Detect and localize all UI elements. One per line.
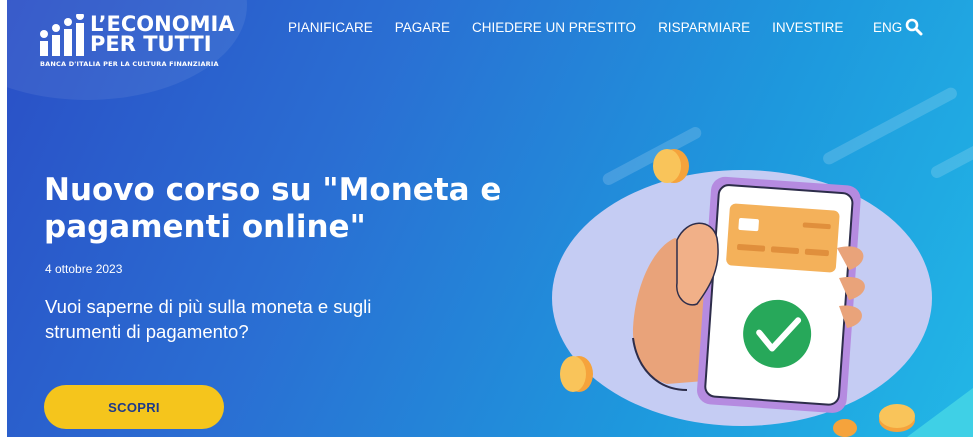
nav-item-investire[interactable]: INVESTIRE [772,20,843,35]
site-logo[interactable]: L’ECONOMIA PER TUTTI BANCA D'ITALIA PER … [40,10,270,76]
logo-line-2: PER TUTTI [90,32,212,56]
logo-wordmark: L’ECONOMIA PER TUTTI [90,12,235,56]
hero-banner: L’ECONOMIA PER TUTTI BANCA D'ITALIA PER … [7,0,973,437]
language-switch[interactable]: ENG [873,20,902,35]
search-icon[interactable] [905,18,923,36]
coin-icon [560,356,593,392]
main-menu: PIANIFICARE PAGARE CHIEDERE UN PRESTITO … [288,20,865,35]
logo-line-1: L’ECONOMIA [90,12,235,36]
hero-title: Nuovo corso su "Moneta e pagamenti onlin… [44,172,502,245]
nav-item-risparmiare[interactable]: RISPARMIARE [658,20,750,35]
hero-description: Vuoi saperne di più sulla moneta e sugli… [45,296,372,342]
logo-bars-icon [40,14,84,56]
logo-subtitle: BANCA D'ITALIA PER LA CULTURA FINANZIARI… [40,60,219,68]
coin-icon [833,419,857,437]
coin-icon [653,149,689,183]
coin-icon [879,404,915,432]
scopri-button[interactable]: SCOPRI [44,385,224,429]
phone-payment-illustration [552,149,973,437]
nav-item-pianificare[interactable]: PIANIFICARE [288,20,373,35]
publish-date: 4 ottobre 2023 [45,262,123,276]
nav-item-chiedere-un-prestito[interactable]: CHIEDERE UN PRESTITO [472,20,636,35]
nav-item-pagare[interactable]: PAGARE [395,20,450,35]
top-navigation: L’ECONOMIA PER TUTTI BANCA D'ITALIA PER … [7,0,973,80]
